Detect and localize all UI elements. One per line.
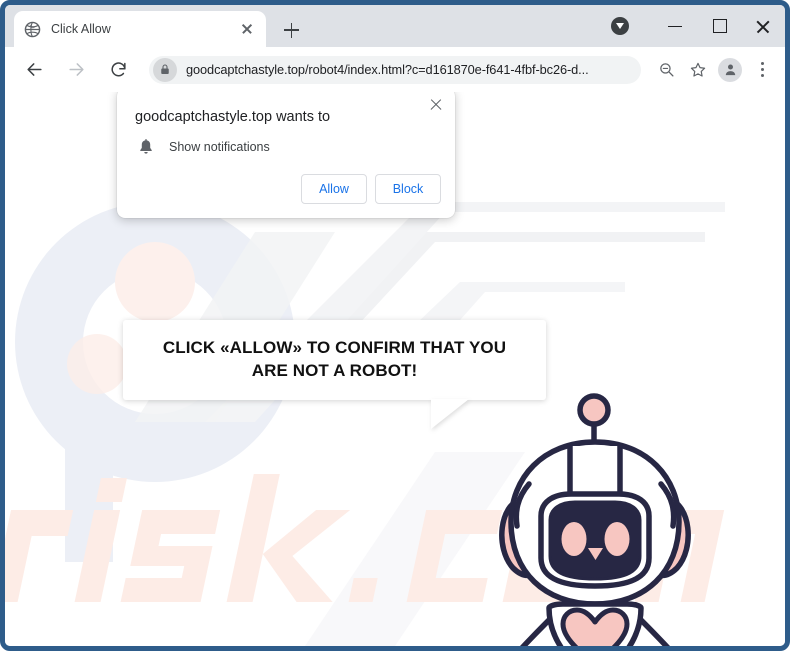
address-bar[interactable]: goodcaptchastyle.top/robot4/index.html?c… (149, 55, 641, 84)
new-tab-button[interactable] (277, 16, 305, 44)
tab-title: Click Allow (51, 22, 111, 36)
browser-tab[interactable]: Click Allow (14, 11, 266, 47)
three-dot-menu-icon[interactable] (747, 55, 777, 85)
url-text: goodcaptchastyle.top/robot4/index.html?c… (186, 62, 589, 77)
permission-label: Show notifications (169, 140, 270, 154)
dialog-title: goodcaptchastyle.top wants to (135, 109, 331, 125)
back-arrow-icon[interactable] (18, 54, 50, 86)
minimize-icon[interactable] (653, 5, 697, 47)
window-controls (611, 5, 785, 47)
tab-strip: Click Allow (5, 5, 785, 47)
browser-toolbar: goodcaptchastyle.top/robot4/index.html?c… (5, 47, 785, 92)
globe-icon (24, 21, 41, 38)
bubble-line-1: CLICK «ALLOW» TO CONFIRM THAT YOU (162, 338, 507, 358)
bell-icon (137, 138, 155, 156)
speech-bubble-text: CLICK «ALLOW» TO CONFIRM THAT YOU ARE NO… (151, 337, 518, 382)
allow-button[interactable]: Allow (301, 174, 367, 204)
bubble-line-2: ARE NOT A ROBOT! (251, 361, 418, 380)
kebab-dots (754, 61, 770, 79)
download-arrow-icon[interactable] (611, 17, 629, 35)
lock-icon (153, 57, 177, 82)
notification-permission-dialog: goodcaptchastyle.top wants to Show notif… (117, 92, 455, 218)
search-zoom-icon[interactable] (651, 55, 681, 85)
avatar (718, 57, 742, 82)
star-icon[interactable] (683, 55, 713, 85)
robot-mascot-illustration (499, 393, 691, 646)
dialog-close-icon[interactable] (426, 95, 446, 115)
person-avatar-icon[interactable] (715, 55, 745, 85)
reload-icon[interactable] (102, 54, 134, 86)
page-viewport: goodcaptchastyle.top wants to Show notif… (5, 92, 785, 646)
dialog-actions: Allow Block (301, 174, 441, 204)
speech-bubble-tail (431, 399, 469, 429)
maximize-icon[interactable] (697, 5, 741, 47)
window-close-icon[interactable] (741, 5, 785, 47)
forward-arrow-icon[interactable] (60, 54, 92, 86)
tab-close-icon[interactable] (238, 20, 256, 38)
browser-window: Click Allow goodcaptchastyle.top/robot4/… (0, 0, 790, 651)
permission-row: Show notifications (137, 138, 270, 156)
block-button[interactable]: Block (375, 174, 441, 204)
